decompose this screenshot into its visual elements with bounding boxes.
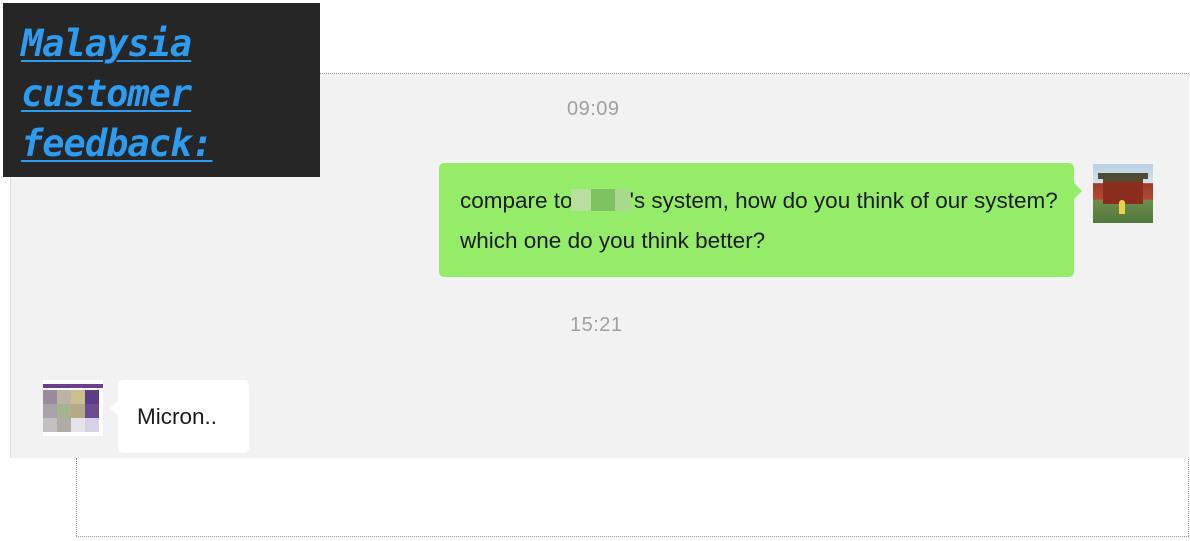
avatar-mosaic-block — [43, 404, 57, 418]
title-line-3: feedback: — [21, 122, 213, 165]
message-text-before-redaction: compare to — [460, 188, 573, 213]
receiver-avatar-icon[interactable] — [43, 380, 103, 436]
outgoing-message-bubble[interactable]: compare to's system, how do you think of… — [439, 163, 1082, 277]
avatar-mosaic-block — [85, 418, 99, 432]
avatar-mosaic-block — [57, 418, 71, 432]
avatar-mosaic-block — [71, 390, 85, 404]
avatar-person-shape — [1119, 200, 1125, 214]
title-line-2: customer — [21, 72, 192, 115]
sender-avatar-icon[interactable] — [1093, 164, 1153, 223]
feedback-title-banner: Malaysia customer feedback: — [3, 3, 320, 177]
avatar-mosaic-block — [43, 390, 57, 404]
avatar-mosaic-block — [85, 404, 99, 418]
avatar-mosaic-block — [43, 418, 57, 432]
message-timestamp: 09:09 — [567, 98, 620, 120]
avatar-mosaic-block — [57, 390, 71, 404]
message-text: Micron.. — [137, 404, 218, 429]
avatar-mosaic-block — [57, 404, 71, 418]
frame-border-bottom — [76, 536, 1189, 537]
avatar-band-shape — [43, 384, 103, 388]
avatar-mosaic-block — [71, 404, 85, 418]
avatar-mosaic-block — [85, 390, 99, 404]
incoming-message-bubble[interactable]: Micron.. — [110, 380, 249, 453]
message-timestamp: 15:21 — [570, 314, 623, 336]
avatar-mosaic-block — [71, 418, 85, 432]
title-line-1: Malaysia — [21, 22, 192, 65]
redacted-name-mosaic — [570, 189, 631, 211]
frame-border-left — [76, 458, 77, 536]
